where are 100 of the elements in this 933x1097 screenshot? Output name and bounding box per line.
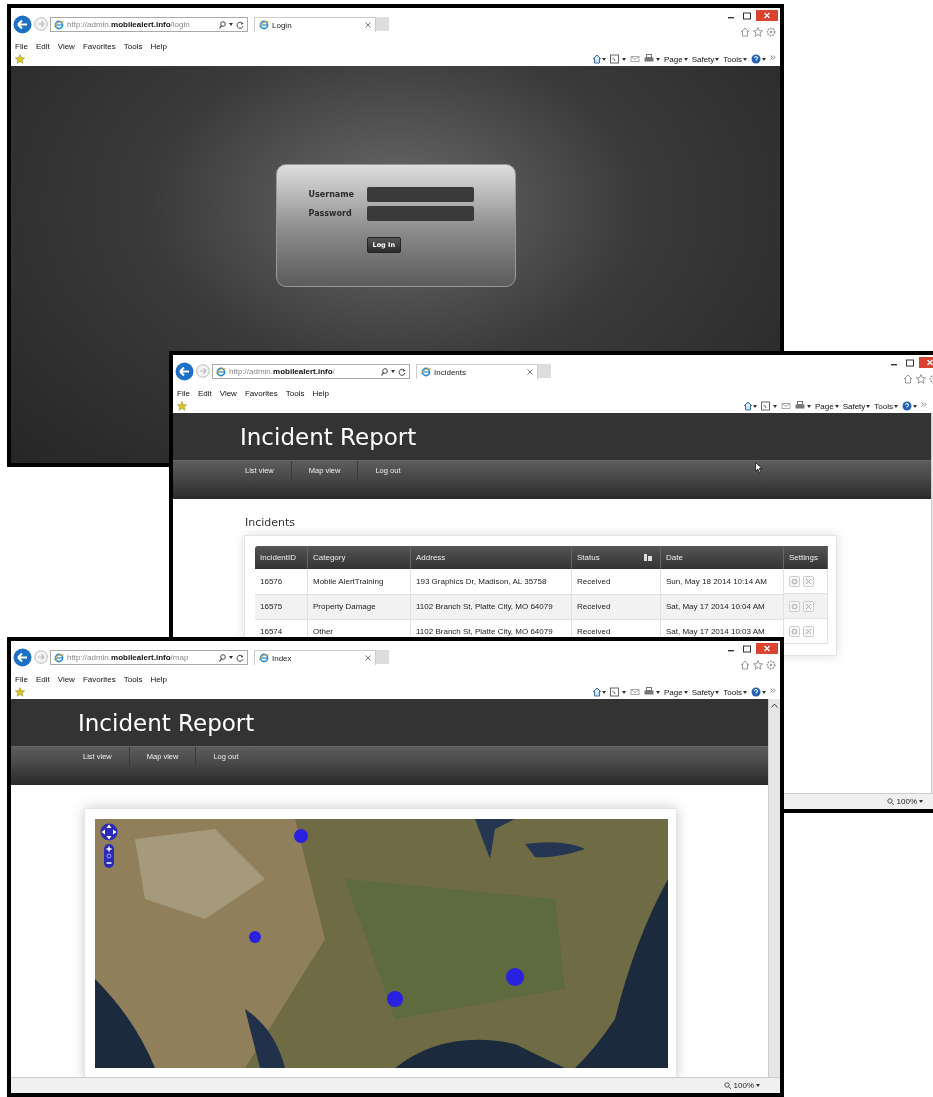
column-header: Settings xyxy=(783,546,828,569)
settings-icon[interactable] xyxy=(766,660,776,670)
menu-item[interactable]: View xyxy=(219,389,237,398)
address-field[interactable]: http://admin.mobilealert.info/login xyxy=(50,17,248,32)
feed-icon[interactable] xyxy=(760,401,777,411)
menu-item[interactable]: Edit xyxy=(35,675,50,684)
address-field[interactable]: http://admin.mobilealert.info/map xyxy=(50,650,248,665)
command-menu[interactable]: Safety xyxy=(691,54,720,64)
input-field[interactable] xyxy=(366,206,474,221)
menu-item[interactable]: Tools xyxy=(123,675,143,684)
caret-icon[interactable] xyxy=(229,22,233,27)
column-header: Category xyxy=(307,546,411,569)
browser-icon xyxy=(216,366,226,377)
help-icon[interactable] xyxy=(751,687,766,697)
caret-icon[interactable] xyxy=(683,56,688,62)
command-menu[interactable]: Safety xyxy=(842,401,871,411)
caret-icon[interactable] xyxy=(834,403,839,409)
command-menu[interactable]: Safety xyxy=(691,687,720,697)
caret-icon[interactable] xyxy=(683,689,688,695)
print-icon[interactable] xyxy=(643,687,660,697)
caret-icon[interactable] xyxy=(229,655,233,660)
caret-icon[interactable] xyxy=(894,403,898,409)
help-icon[interactable] xyxy=(751,54,766,64)
settings-icon[interactable] xyxy=(766,27,776,37)
menu-item[interactable]: Edit xyxy=(197,389,212,398)
favorites-star-icon[interactable] xyxy=(177,401,187,411)
print-icon[interactable] xyxy=(643,54,660,64)
caret-icon[interactable] xyxy=(715,56,720,62)
menu-item[interactable]: File xyxy=(15,42,28,51)
back-icon[interactable] xyxy=(13,648,32,667)
star-icon[interactable] xyxy=(753,27,763,37)
close-icon[interactable] xyxy=(365,655,371,661)
back-icon[interactable] xyxy=(175,362,194,381)
input-field[interactable] xyxy=(366,187,474,202)
close-icon[interactable] xyxy=(756,643,778,654)
chevron-icon[interactable] xyxy=(921,402,927,410)
favorites-star-icon[interactable] xyxy=(15,687,25,697)
command-menu[interactable]: Page xyxy=(814,401,839,411)
chevron-icon[interactable] xyxy=(770,688,776,696)
menu-item[interactable]: Favorites xyxy=(82,675,116,684)
menu-item[interactable]: View xyxy=(57,42,75,51)
favorites-star-icon[interactable] xyxy=(15,54,25,64)
close-icon[interactable] xyxy=(527,369,533,375)
command-menu[interactable]: Tools xyxy=(723,687,747,697)
caret-icon[interactable] xyxy=(743,56,747,62)
search-icon[interactable] xyxy=(381,367,388,376)
menu-item[interactable]: Help xyxy=(312,389,329,398)
print-icon[interactable] xyxy=(794,401,811,411)
home-icon[interactable] xyxy=(591,687,606,697)
browser-icon xyxy=(259,20,269,30)
search-icon[interactable] xyxy=(219,20,226,29)
home-icon[interactable] xyxy=(591,54,606,64)
feed-icon[interactable] xyxy=(609,687,626,697)
zoom-control[interactable] xyxy=(104,844,114,868)
pan-control[interactable] xyxy=(99,823,119,841)
command-menu[interactable]: Page xyxy=(663,687,688,697)
home-icon[interactable] xyxy=(742,401,757,411)
maximize-icon[interactable] xyxy=(903,357,917,368)
search-icon[interactable] xyxy=(219,653,226,662)
refresh-icon[interactable] xyxy=(236,20,244,29)
menu-item[interactable]: File xyxy=(15,675,28,684)
star-icon[interactable] xyxy=(753,660,763,670)
browser-tab[interactable]: Login xyxy=(254,17,376,32)
star-icon[interactable] xyxy=(916,374,926,384)
menu-item[interactable]: File xyxy=(177,389,190,398)
menu-item[interactable]: Tools xyxy=(123,42,143,51)
refresh-icon[interactable] xyxy=(398,367,406,376)
close-icon[interactable] xyxy=(756,10,778,21)
back-icon[interactable] xyxy=(13,15,32,34)
menu-item[interactable]: Favorites xyxy=(244,389,278,398)
maximize-icon[interactable] xyxy=(740,10,754,21)
scrollbar[interactable] xyxy=(768,699,780,1077)
address-field[interactable]: http://admin.mobilealert.info/ xyxy=(212,364,410,379)
feed-icon[interactable] xyxy=(609,54,626,64)
menu-item[interactable]: Tools xyxy=(285,389,305,398)
menu-item[interactable]: Favorites xyxy=(82,42,116,51)
caret-icon[interactable] xyxy=(391,369,395,374)
caret-icon[interactable] xyxy=(866,403,871,409)
menu-item[interactable]: Help xyxy=(150,42,167,51)
sort-icon[interactable] xyxy=(644,554,652,561)
browser-tab[interactable]: Index xyxy=(254,650,376,665)
chevron-icon[interactable] xyxy=(770,55,776,63)
zoom-button[interactable]: 100% xyxy=(723,1081,760,1090)
zoom-button[interactable]: 100% xyxy=(886,797,923,806)
browser-icon xyxy=(54,19,64,30)
maximize-icon[interactable] xyxy=(740,643,754,654)
refresh-icon[interactable] xyxy=(236,653,244,662)
help-icon[interactable] xyxy=(902,401,917,411)
scroll-up-icon[interactable] xyxy=(771,703,778,708)
command-menu[interactable]: Page xyxy=(663,54,688,64)
menu-item[interactable]: Help xyxy=(150,675,167,684)
caret-icon[interactable] xyxy=(743,689,747,695)
menu-item[interactable]: Edit xyxy=(35,42,50,51)
menu-item[interactable]: View xyxy=(57,675,75,684)
command-menu[interactable]: Tools xyxy=(874,401,898,411)
caret-icon[interactable] xyxy=(715,689,720,695)
close-icon[interactable] xyxy=(365,22,371,28)
browser-tab[interactable]: Incidents xyxy=(416,364,538,379)
command-menu[interactable]: Tools xyxy=(723,54,747,64)
browser-icon xyxy=(54,652,64,663)
